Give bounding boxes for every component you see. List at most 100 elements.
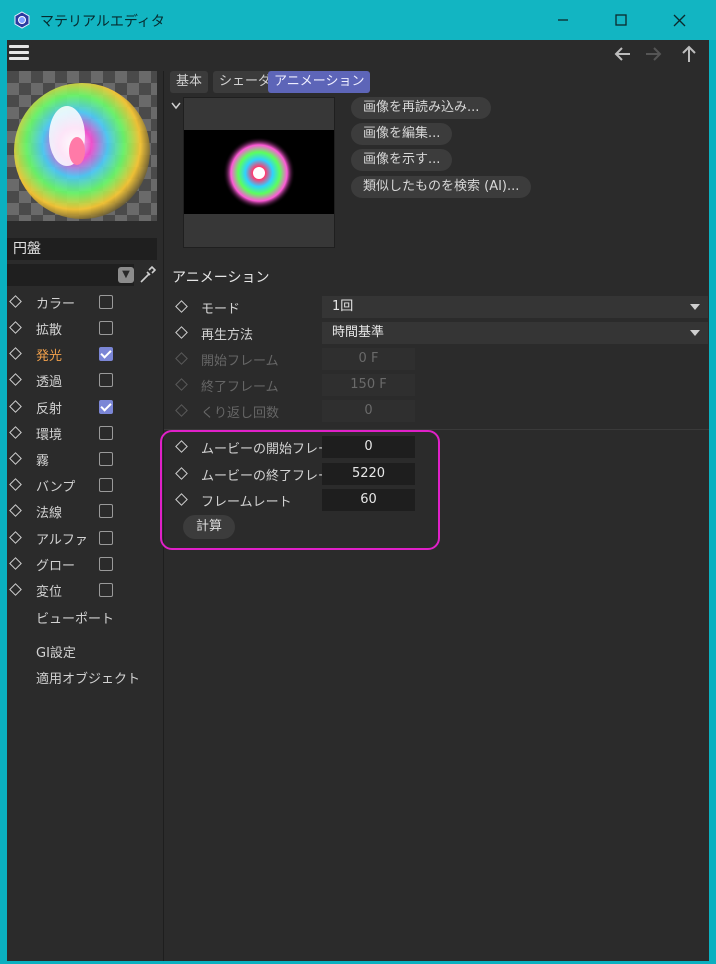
channel-row[interactable]: 法線 — [7, 498, 157, 524]
chevron-down-icon[interactable]: ▼ — [118, 267, 134, 283]
layer-dropdown[interactable] — [7, 264, 134, 286]
keyframe-diamond-icon[interactable] — [175, 300, 188, 313]
loops-field: 0 — [322, 400, 415, 422]
channel-label[interactable]: アルファ — [36, 529, 88, 548]
viewport-item[interactable]: ビューポート — [36, 608, 114, 627]
keyframe-diamond-icon[interactable] — [9, 400, 22, 413]
hamburger-icon[interactable] — [9, 45, 29, 61]
channel-checkbox[interactable] — [99, 426, 113, 440]
reload-image-button[interactable]: 画像を再読み込み... — [351, 97, 492, 119]
start-frame-label: 開始フレーム — [201, 354, 279, 369]
edit-image-button[interactable]: 画像を編集... — [351, 123, 453, 145]
channel-checkbox[interactable] — [99, 531, 113, 545]
keyframe-diamond-icon[interactable] — [9, 531, 22, 544]
start-frame-field: 0 F — [322, 348, 415, 370]
channel-label[interactable]: 透過 — [36, 371, 62, 390]
channel-row[interactable]: 変位 — [7, 577, 157, 603]
channel-label[interactable]: カラー — [36, 293, 75, 312]
channel-label[interactable]: 反射 — [36, 398, 62, 417]
channel-checkbox[interactable] — [99, 347, 113, 361]
show-image-button[interactable]: 画像を示す... — [351, 149, 453, 171]
highlight-annotation — [160, 430, 440, 550]
keyframe-diamond-icon — [175, 352, 188, 365]
channel-row[interactable]: カラー — [7, 289, 157, 315]
timing-label: 再生方法 — [201, 328, 254, 343]
keyframe-diamond-icon[interactable] — [9, 478, 22, 491]
channel-checkbox[interactable] — [99, 557, 113, 571]
keyframe-diamond-icon[interactable] — [175, 326, 188, 339]
up-arrow-icon[interactable] — [678, 44, 700, 64]
channel-row[interactable]: アルファ — [7, 525, 157, 551]
gi-settings-item[interactable]: GI設定 — [36, 642, 76, 661]
find-similar-ai-button[interactable]: 類似したものを検索 (AI)... — [351, 176, 532, 198]
channel-row[interactable]: 拡散 — [7, 315, 157, 341]
applied-objects-item[interactable]: 適用オブジェクト — [36, 668, 140, 687]
loops-label: くり返し回数 — [201, 406, 280, 421]
dropdown-arrow-icon — [690, 304, 700, 310]
channel-row[interactable]: 透過 — [7, 367, 157, 393]
timing-value: 時間基準 — [332, 325, 385, 340]
end-frame-row: 終了フレーム 150 F — [172, 372, 702, 398]
keyframe-diamond-icon[interactable] — [9, 373, 22, 386]
keyframe-diamond-icon[interactable] — [9, 504, 22, 517]
keyframe-diamond-icon[interactable] — [9, 426, 22, 439]
tab-animation[interactable]: アニメーション — [268, 71, 371, 93]
tab-basic[interactable]: 基本 — [170, 71, 209, 93]
channel-checkbox[interactable] — [99, 295, 113, 309]
mode-dropdown[interactable]: 1回 — [322, 296, 708, 318]
channel-checkbox[interactable] — [99, 321, 113, 335]
maximize-button[interactable] — [592, 0, 650, 40]
dropdown-arrow-icon — [690, 330, 700, 336]
title-bar[interactable]: マテリアルエディタ — [0, 0, 716, 40]
channel-row[interactable]: バンプ — [7, 472, 157, 498]
channel-row[interactable]: 環境 — [7, 420, 157, 446]
material-name-field[interactable]: 円盤 — [7, 238, 157, 260]
keyframe-diamond-icon[interactable] — [9, 557, 22, 570]
channel-label[interactable]: 環境 — [36, 424, 62, 443]
section-title: アニメーション — [172, 270, 270, 286]
channel-label[interactable]: 霧 — [36, 450, 49, 469]
channel-row[interactable]: 霧 — [7, 446, 157, 472]
end-frame-field: 150 F — [322, 374, 415, 396]
channel-label[interactable]: 発光 — [36, 345, 62, 364]
eyedropper-icon[interactable] — [138, 265, 156, 285]
material-preview[interactable] — [7, 71, 157, 221]
channel-row[interactable]: 発光 — [7, 341, 157, 367]
close-button[interactable] — [650, 0, 708, 40]
channel-checkbox[interactable] — [99, 452, 113, 466]
channel-label[interactable]: 拡散 — [36, 319, 62, 338]
mode-label: モード — [201, 302, 241, 317]
keyframe-diamond-icon[interactable] — [9, 452, 22, 465]
timing-dropdown[interactable]: 時間基準 — [322, 322, 708, 344]
minimize-button[interactable] — [534, 0, 592, 40]
channel-row[interactable]: 反射 — [7, 394, 157, 420]
keyframe-diamond-icon[interactable] — [9, 347, 22, 360]
mode-value: 1回 — [332, 299, 354, 314]
texture-thumbnail[interactable] — [184, 130, 334, 214]
mode-row: モード 1回 — [172, 294, 708, 320]
keyframe-diamond-icon — [175, 404, 188, 417]
keyframe-diamond-icon[interactable] — [9, 295, 22, 308]
keyframe-diamond-icon[interactable] — [9, 321, 22, 334]
channel-checkbox[interactable] — [99, 583, 113, 597]
channel-checkbox[interactable] — [99, 478, 113, 492]
channel-label[interactable]: バンプ — [36, 476, 75, 495]
timing-row: 再生方法 時間基準 — [172, 320, 708, 346]
channel-checkbox[interactable] — [99, 504, 113, 518]
keyframe-diamond-icon[interactable] — [9, 583, 22, 596]
collapse-chevron-icon[interactable] — [171, 100, 183, 112]
channel-label[interactable]: 変位 — [36, 581, 62, 600]
channel-label[interactable]: 法線 — [36, 502, 62, 521]
start-frame-row: 開始フレーム 0 F — [172, 346, 702, 372]
back-arrow-icon[interactable] — [612, 44, 634, 64]
channel-label[interactable]: グロー — [36, 555, 75, 574]
end-frame-label: 終了フレーム — [201, 380, 279, 395]
keyframe-diamond-icon — [175, 378, 188, 391]
close-icon — [673, 14, 685, 26]
channel-row[interactable]: グロー — [7, 551, 157, 577]
loops-row: くり返し回数 0 — [172, 398, 702, 424]
channel-checkbox[interactable] — [99, 373, 113, 387]
forward-arrow-icon[interactable] — [642, 44, 664, 64]
channel-checkbox[interactable] — [99, 400, 113, 414]
maximize-icon — [615, 14, 627, 26]
